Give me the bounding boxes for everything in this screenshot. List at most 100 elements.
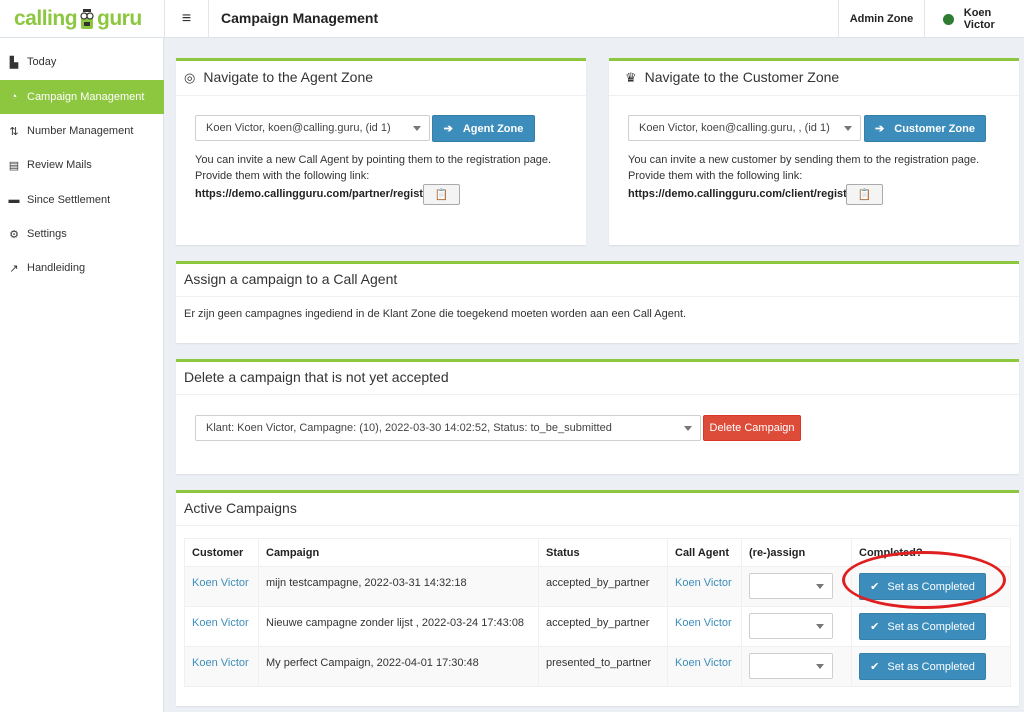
campaign-cell: Nieuwe campagne zonder lijst , 2022-03-2… [258,606,539,647]
column-header-customer: Customer [184,538,259,567]
user-menu[interactable]: Koen Victor [924,0,1024,38]
column-header-status: Status [538,538,668,567]
table-row: Koen Victor mijn testcampagne, 2022-03-3… [184,566,1011,607]
delete-campaign-button[interactable]: Delete Campaign [703,415,801,441]
clipboard-icon: 📋 [434,189,449,201]
active-campaigns-panel: Active Campaigns Customer Campaign Statu… [176,490,1019,706]
sidebar-item-since-settlement[interactable]: ▬ Since Settlement [0,183,164,217]
logo-text-calling: calling [14,7,78,30]
headset-icon: ◎ [184,70,196,85]
list-icon: ▤ [8,159,20,172]
customer-invite-text: You can invite a new customer by sending… [628,154,980,182]
logo[interactable]: calling guru [0,0,164,38]
set-as-completed-button[interactable]: ✔ Set as Completed [859,653,986,680]
set-as-completed-button[interactable]: ✔ Set as Completed [859,573,986,600]
assign-campaign-title: Assign a campaign to a Call Agent [184,271,398,287]
customer-link[interactable]: Koen Victor [192,617,249,629]
column-header-reassign: (re-)assign [741,538,852,567]
headset-icon: ◔ [10,91,18,103]
sidebar-item-settings[interactable]: ⚙ Settings [0,217,164,251]
column-header-completed: Completed? [851,538,1011,567]
agent-select[interactable]: Koen Victor, koen@calling.guru, (id 1) [195,115,430,141]
admin-zone-link[interactable]: Admin Zone [838,0,924,38]
delete-campaign-panel: Delete a campaign that is not yet accept… [176,359,1019,474]
customer-select[interactable]: Koen Victor, koen@calling.guru, , (id 1) [628,115,861,141]
bar-chart-icon: ▙ [9,56,19,69]
sidebar-item-label: Settings [27,228,67,240]
online-status-icon [943,13,954,25]
active-campaigns-title: Active Campaigns [184,500,297,516]
delete-campaign-title: Delete a campaign that is not yet accept… [184,369,449,385]
copy-agent-link-button[interactable]: 📋 [423,184,460,205]
sidebar-item-campaign-management[interactable]: ◔ Campaign Management [0,80,164,114]
agent-zone-button[interactable]: ➔ Agent Zone [432,115,535,142]
column-header-campaign: Campaign [258,538,539,567]
table-row: Koen Victor My perfect Campaign, 2022-04… [184,646,1011,687]
hamburger-icon: ≡ [181,10,192,27]
assign-campaign-panel: Assign a campaign to a Call Agent Er zij… [176,261,1019,343]
sign-in-icon: ➔ [875,123,885,135]
table-row: Koen Victor Nieuwe campagne zonder lijst… [184,606,1011,647]
call-agent-link[interactable]: Koen Victor [675,617,732,629]
sidebar-item-label: Handleiding [27,262,86,274]
logo-mascot-icon [80,9,94,29]
assign-campaign-message: Er zijn geen campagnes ingediend in de K… [184,308,687,320]
sidebar-item-handleiding[interactable]: ↗ Handleiding [0,251,164,285]
chevron-down-icon [816,664,824,669]
reassign-select[interactable] [749,653,833,679]
check-icon: ✔ [870,581,880,593]
chevron-down-icon [684,426,692,431]
call-agent-link[interactable]: Koen Victor [675,657,732,669]
sidebar-item-label: Campaign Management [27,91,145,103]
card-icon: ▬ [8,194,20,206]
customer-zone-title: ♛ Navigate to the Customer Zone [625,69,840,85]
status-cell: presented_to_partner [538,646,668,687]
chevron-down-icon [844,126,852,131]
status-cell: accepted_by_partner [538,606,668,647]
column-header-call-agent: Call Agent [667,538,742,567]
customer-zone-button[interactable]: ➔ Customer Zone [864,115,986,142]
chevron-down-icon [816,624,824,629]
crown-icon: ♛ [625,70,637,85]
external-link-icon: ↗ [9,262,19,275]
customer-register-link[interactable]: https://demo.callingguru.com/client/regi… [628,187,857,203]
top-bar: calling guru ≡ Campaign Management Admin… [0,0,1024,38]
active-campaigns-table: Customer Campaign Status Call Agent (re-… [184,538,1011,687]
sidebar-item-number-management[interactable]: ⇅ Number Management [0,114,164,148]
agent-zone-title: ◎ Navigate to the Agent Zone [184,69,374,85]
logo-text-guru: guru [97,7,142,30]
copy-customer-link-button[interactable]: 📋 [846,184,883,205]
sidebar-item-label: Today [27,56,57,68]
chevron-down-icon [413,126,421,131]
menu-toggle-button[interactable]: ≡ [164,0,209,38]
reassign-select[interactable] [749,573,833,599]
agent-zone-panel: ◎ Navigate to the Agent Zone Koen Victor,… [176,58,586,245]
sidebar-item-label: Review Mails [27,159,92,171]
sidebar-item-review-mails[interactable]: ▤ Review Mails [0,148,164,182]
delete-campaign-select[interactable]: Klant: Koen Victor, Campagne: (10), 2022… [195,415,701,441]
sidebar: ▙ Today ◔ Campaign Management ⇅ Number M… [0,38,164,712]
agent-invite-text: You can invite a new Call Agent by point… [195,154,552,182]
table-header-row: Customer Campaign Status Call Agent (re-… [184,538,1011,567]
set-as-completed-button[interactable]: ✔ Set as Completed [859,613,986,640]
sign-in-icon: ➔ [443,123,453,135]
agent-register-link[interactable]: https://demo.callingguru.com/partner/reg… [195,187,433,203]
check-icon: ✔ [870,661,880,673]
page-title: Campaign Management [221,10,379,26]
reassign-select[interactable] [749,613,833,639]
chevron-down-icon [816,584,824,589]
check-icon: ✔ [870,621,880,633]
campaign-cell: My perfect Campaign, 2022-04-01 17:30:48 [258,646,539,687]
customer-link[interactable]: Koen Victor [192,577,249,589]
sidebar-item-today[interactable]: ▙ Today [0,45,164,79]
gears-icon: ⚙ [9,228,19,241]
sort-icon: ⇅ [9,125,19,138]
status-cell: accepted_by_partner [538,566,668,607]
call-agent-link[interactable]: Koen Victor [675,577,732,589]
clipboard-icon: 📋 [857,189,872,201]
customer-link[interactable]: Koen Victor [192,657,249,669]
campaign-cell: mijn testcampagne, 2022-03-31 14:32:18 [258,566,539,607]
sidebar-item-label: Since Settlement [27,194,111,206]
customer-zone-panel: ♛ Navigate to the Customer Zone Koen Vict… [609,58,1019,245]
user-name: Koen Victor [963,7,995,31]
